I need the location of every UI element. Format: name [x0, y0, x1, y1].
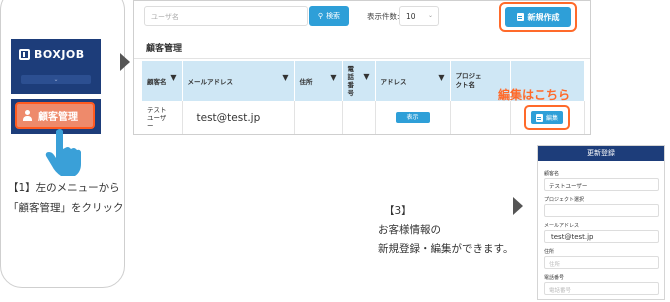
- divider: [134, 58, 590, 59]
- step-arrow-3: [513, 197, 523, 215]
- sidebar-item-customers[interactable]: 顧客管理: [15, 102, 95, 129]
- step3-line3: 新規登録・編集ができます。: [378, 243, 514, 255]
- search-button[interactable]: ⚲ 検索: [309, 6, 349, 26]
- new-create-button[interactable]: 新規作成: [505, 7, 571, 27]
- logo-text: BOXJOB: [34, 48, 85, 61]
- address-field[interactable]: 住所: [544, 256, 659, 269]
- email-field[interactable]: test@test.jp: [544, 230, 659, 243]
- customer-list-screen: ユーザ名 ⚲ 検索 表示件数: 10 ⌄ 新規作成 顧客管理 顧客名 ▼ メールア…: [133, 0, 591, 135]
- person-icon: [23, 110, 32, 121]
- page-title: 顧客管理: [146, 44, 183, 54]
- table-row[interactable]: テスト ユーザ ー test@test.jp 表示 編集: [142, 101, 585, 134]
- sidebar-header: BOXJOB ⌄: [11, 39, 101, 94]
- cell-phone: [342, 101, 376, 134]
- cell-edit: 編集: [510, 101, 585, 134]
- cell-customer-name: テスト ユーザ ー: [142, 101, 183, 134]
- edit-button-label: 編集: [545, 115, 558, 123]
- edit-callout: 編集はこちら: [498, 88, 571, 102]
- field-label: 顧客名: [544, 171, 560, 177]
- cell-show: 表示: [375, 101, 451, 134]
- edit-button-highlight: 編集: [524, 105, 570, 131]
- step1-instruction: 【1】左のメニューから 「顧客管理」をクリック: [8, 178, 124, 218]
- edit-icon: [535, 113, 543, 122]
- document-icon: [516, 13, 524, 21]
- pointer-hand-icon: [45, 129, 81, 176]
- step3-line2: お客様情報の: [378, 224, 441, 236]
- step3-line1: 【3】: [384, 205, 412, 217]
- name-field[interactable]: テストユーザー: [544, 178, 659, 191]
- chevron-down-icon: ⌄: [427, 12, 433, 19]
- column-header[interactable]: 顧客名 ▼: [142, 61, 183, 101]
- edit-form: 更新登録 顧客名 テストユーザー プロジェクト選択 メールアドレス test@t…: [537, 145, 665, 300]
- form-title: 更新登録: [538, 146, 664, 161]
- column-header[interactable]: メールアドレス ▼: [182, 61, 295, 101]
- sort-icon: ▼: [438, 73, 445, 82]
- boxjob-logo[interactable]: BOXJOB: [19, 48, 85, 61]
- cell-email: test@test.jp: [182, 101, 295, 134]
- cell-address: [294, 101, 343, 134]
- step-arrow-1: [120, 53, 130, 71]
- field-label: 電話番号: [544, 275, 565, 281]
- sidebar-collapse-button[interactable]: ⌄: [21, 75, 91, 84]
- count-label: 表示件数:: [367, 12, 400, 21]
- search-icon: ⚲: [317, 12, 324, 20]
- column-header[interactable]: アドレス ▼: [375, 61, 451, 101]
- field-label: 住所: [544, 249, 555, 255]
- cell-project: [450, 101, 511, 134]
- column-header[interactable]: 住所 ▼: [294, 61, 343, 101]
- search-button-label: 検索: [326, 12, 341, 20]
- show-button[interactable]: 表示: [395, 112, 430, 124]
- step1-line2: 「顧客管理」をクリック: [8, 202, 124, 214]
- column-header[interactable]: 電話番号 ▼: [342, 61, 376, 101]
- sidebar-item-label: 顧客管理: [38, 112, 78, 123]
- step3-instruction: 【3】 お客様情報の 新規登録・編集ができます。: [378, 202, 513, 259]
- boxjob-logo-icon: [19, 49, 30, 60]
- sort-icon: ▼: [170, 73, 177, 82]
- phone-field[interactable]: 電話番号: [544, 282, 659, 295]
- project-select[interactable]: [544, 204, 659, 217]
- sort-icon: ▼: [282, 73, 289, 82]
- step1-line1: 【1】左のメニューから: [8, 182, 120, 194]
- edit-button[interactable]: 編集: [531, 111, 563, 125]
- sort-icon: ▼: [363, 72, 370, 81]
- new-button-highlight: 新規作成: [499, 2, 577, 32]
- new-button-label: 新規作成: [527, 12, 560, 22]
- field-label: プロジェクト選択: [544, 197, 585, 203]
- count-select[interactable]: 10 ⌄: [399, 6, 439, 26]
- search-input[interactable]: ユーザ名: [144, 6, 308, 26]
- sort-icon: ▼: [330, 73, 337, 82]
- count-value: 10: [406, 12, 416, 21]
- field-label: メールアドレス: [544, 223, 580, 229]
